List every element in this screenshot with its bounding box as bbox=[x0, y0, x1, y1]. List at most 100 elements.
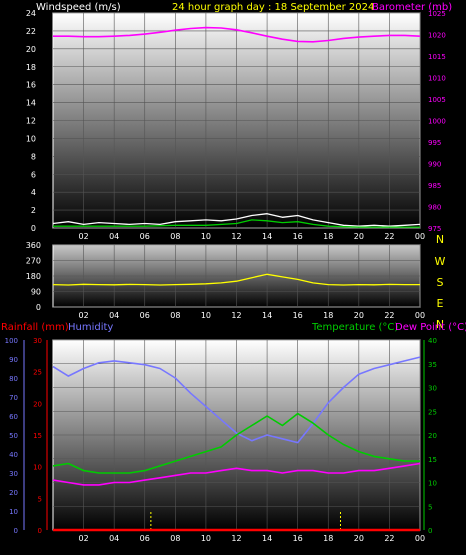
barometer-axis-title: Barometer (mb) bbox=[372, 2, 452, 13]
windspeed-tick-label: 2 bbox=[31, 206, 36, 215]
x-tick-label: 08 bbox=[170, 232, 180, 241]
temperature-tick-label: 30 bbox=[428, 385, 437, 393]
windspeed-tick-label: 22 bbox=[26, 27, 36, 36]
x-tick-label: 04 bbox=[109, 534, 119, 543]
barometer-tick-label: 1020 bbox=[428, 32, 446, 40]
windspeed-tick-label: 18 bbox=[26, 63, 36, 72]
x-tick-label: 18 bbox=[323, 311, 333, 320]
rainfall-tick-label: 20 bbox=[33, 400, 42, 408]
x-tick-label: 16 bbox=[293, 534, 303, 543]
compass-label: E bbox=[437, 297, 444, 310]
temperature-tick-label: 5 bbox=[428, 503, 432, 511]
windspeed-tick-label: 24 bbox=[26, 9, 36, 18]
x-tick-label: 02 bbox=[78, 232, 88, 241]
x-tick-label: 14 bbox=[262, 534, 272, 543]
compass-label: N bbox=[436, 233, 444, 246]
x-tick-label: 10 bbox=[201, 534, 211, 543]
windspeed-tick-label: 10 bbox=[26, 134, 36, 143]
rainfall-axis-title: Rainfall (mm) bbox=[1, 322, 69, 333]
x-tick-label: 10 bbox=[201, 311, 211, 320]
temperature-tick-label: 35 bbox=[428, 361, 437, 369]
temperature-tick-label: 25 bbox=[428, 408, 437, 416]
x-tick-label: 22 bbox=[384, 232, 394, 241]
x-tick-label: 22 bbox=[384, 534, 394, 543]
temperature-tick-label: 20 bbox=[428, 432, 437, 440]
humidity-tick-label: 10 bbox=[9, 508, 18, 516]
humidity-tick-label: 100 bbox=[5, 337, 18, 345]
barometer-tick-label: 985 bbox=[428, 182, 441, 190]
barometer-tick-label: 980 bbox=[428, 204, 441, 212]
x-tick-label: 20 bbox=[354, 232, 364, 241]
x-tick-label: 12 bbox=[231, 534, 241, 543]
direction-tick-label: 360 bbox=[26, 241, 41, 250]
humidity-tick-label: 60 bbox=[9, 413, 18, 421]
x-tick-label: 18 bbox=[323, 534, 333, 543]
temperature-tick-label: 0 bbox=[428, 527, 432, 535]
windspeed-tick-label: 20 bbox=[26, 45, 36, 54]
barometer-tick-label: 975 bbox=[428, 225, 441, 233]
windspeed-tick-label: 14 bbox=[26, 99, 36, 108]
x-tick-label: 12 bbox=[231, 311, 241, 320]
x-tick-label: 00 bbox=[415, 311, 425, 320]
direction-tick-label: 90 bbox=[31, 288, 41, 297]
x-tick-label: 20 bbox=[354, 311, 364, 320]
x-tick-label: 14 bbox=[262, 232, 272, 241]
humidity-tick-label: 40 bbox=[9, 451, 18, 459]
humidity-tick-label: 90 bbox=[9, 356, 18, 364]
rainfall-tick-label: 25 bbox=[33, 369, 42, 377]
barometer-tick-label: 990 bbox=[428, 161, 441, 169]
x-tick-label: 22 bbox=[384, 311, 394, 320]
humidity-axis-title: Humidity bbox=[68, 322, 113, 333]
barometer-tick-label: 1015 bbox=[428, 53, 446, 61]
temperature-axis-title: Temperature (°C) bbox=[311, 322, 398, 333]
temperature-tick-label: 40 bbox=[428, 337, 437, 345]
x-tick-label: 08 bbox=[170, 534, 180, 543]
barometer-tick-label: 1005 bbox=[428, 96, 446, 104]
windspeed-tick-label: 6 bbox=[31, 170, 36, 179]
windspeed-axis-title: Windspeed (m/s) bbox=[36, 2, 121, 13]
windspeed-tick-label: 12 bbox=[26, 117, 36, 126]
x-tick-label: 06 bbox=[140, 534, 150, 543]
barometer-tick-label: 1010 bbox=[428, 75, 446, 83]
x-tick-label: 16 bbox=[293, 232, 303, 241]
x-tick-label: 06 bbox=[140, 311, 150, 320]
windspeed-tick-label: 0 bbox=[31, 224, 36, 233]
x-tick-label: 00 bbox=[415, 534, 425, 543]
x-tick-label: 16 bbox=[293, 311, 303, 320]
rainfall-tick-label: 30 bbox=[33, 337, 42, 345]
weather-graph: 02 04 06 08 10 12 14 16 18 20 22 0002 04 06 08 10 12 14 16… bbox=[1, 2, 466, 543]
x-tick-label: 00 bbox=[415, 232, 425, 241]
chart-title: 24 hour graph day : 18 September 2024 bbox=[172, 2, 374, 13]
humidity-tick-label: 70 bbox=[9, 394, 18, 402]
humidity-tick-label: 20 bbox=[9, 489, 18, 497]
compass-label: W bbox=[435, 255, 446, 268]
x-tick-label: 04 bbox=[109, 311, 119, 320]
humidity-tick-label: 30 bbox=[9, 470, 18, 478]
x-tick-label: 02 bbox=[78, 311, 88, 320]
direction-tick-label: 270 bbox=[26, 257, 41, 266]
humidity-tick-label: 80 bbox=[9, 375, 18, 383]
x-tick-label: 08 bbox=[170, 311, 180, 320]
x-tick-label: 04 bbox=[109, 232, 119, 241]
humidity-tick-label: 0 bbox=[14, 527, 18, 535]
temperature-tick-label: 15 bbox=[428, 456, 437, 464]
rainfall-tick-label: 5 bbox=[38, 495, 42, 503]
rainfall-tick-label: 10 bbox=[33, 464, 42, 472]
barometer-tick-label: 995 bbox=[428, 139, 441, 147]
x-tick-label: 06 bbox=[140, 232, 150, 241]
x-tick-label: 12 bbox=[231, 232, 241, 241]
dewpoint-axis-title: Dew Point (°C) bbox=[395, 322, 466, 333]
windspeed-tick-label: 8 bbox=[31, 152, 36, 161]
windspeed-tick-label: 16 bbox=[26, 81, 36, 90]
windspeed-tick-label: 4 bbox=[31, 188, 36, 197]
rainfall-tick-label: 0 bbox=[38, 527, 42, 535]
x-tick-label: 02 bbox=[78, 534, 88, 543]
x-tick-label: 10 bbox=[201, 232, 211, 241]
barometer-tick-label: 1000 bbox=[428, 118, 446, 126]
x-tick-label: 14 bbox=[262, 311, 272, 320]
x-tick-label: 20 bbox=[354, 534, 364, 543]
temperature-tick-label: 10 bbox=[428, 480, 437, 488]
rainfall-tick-label: 15 bbox=[33, 432, 42, 440]
direction-tick-label: 0 bbox=[36, 303, 41, 312]
compass-label: S bbox=[437, 276, 444, 289]
